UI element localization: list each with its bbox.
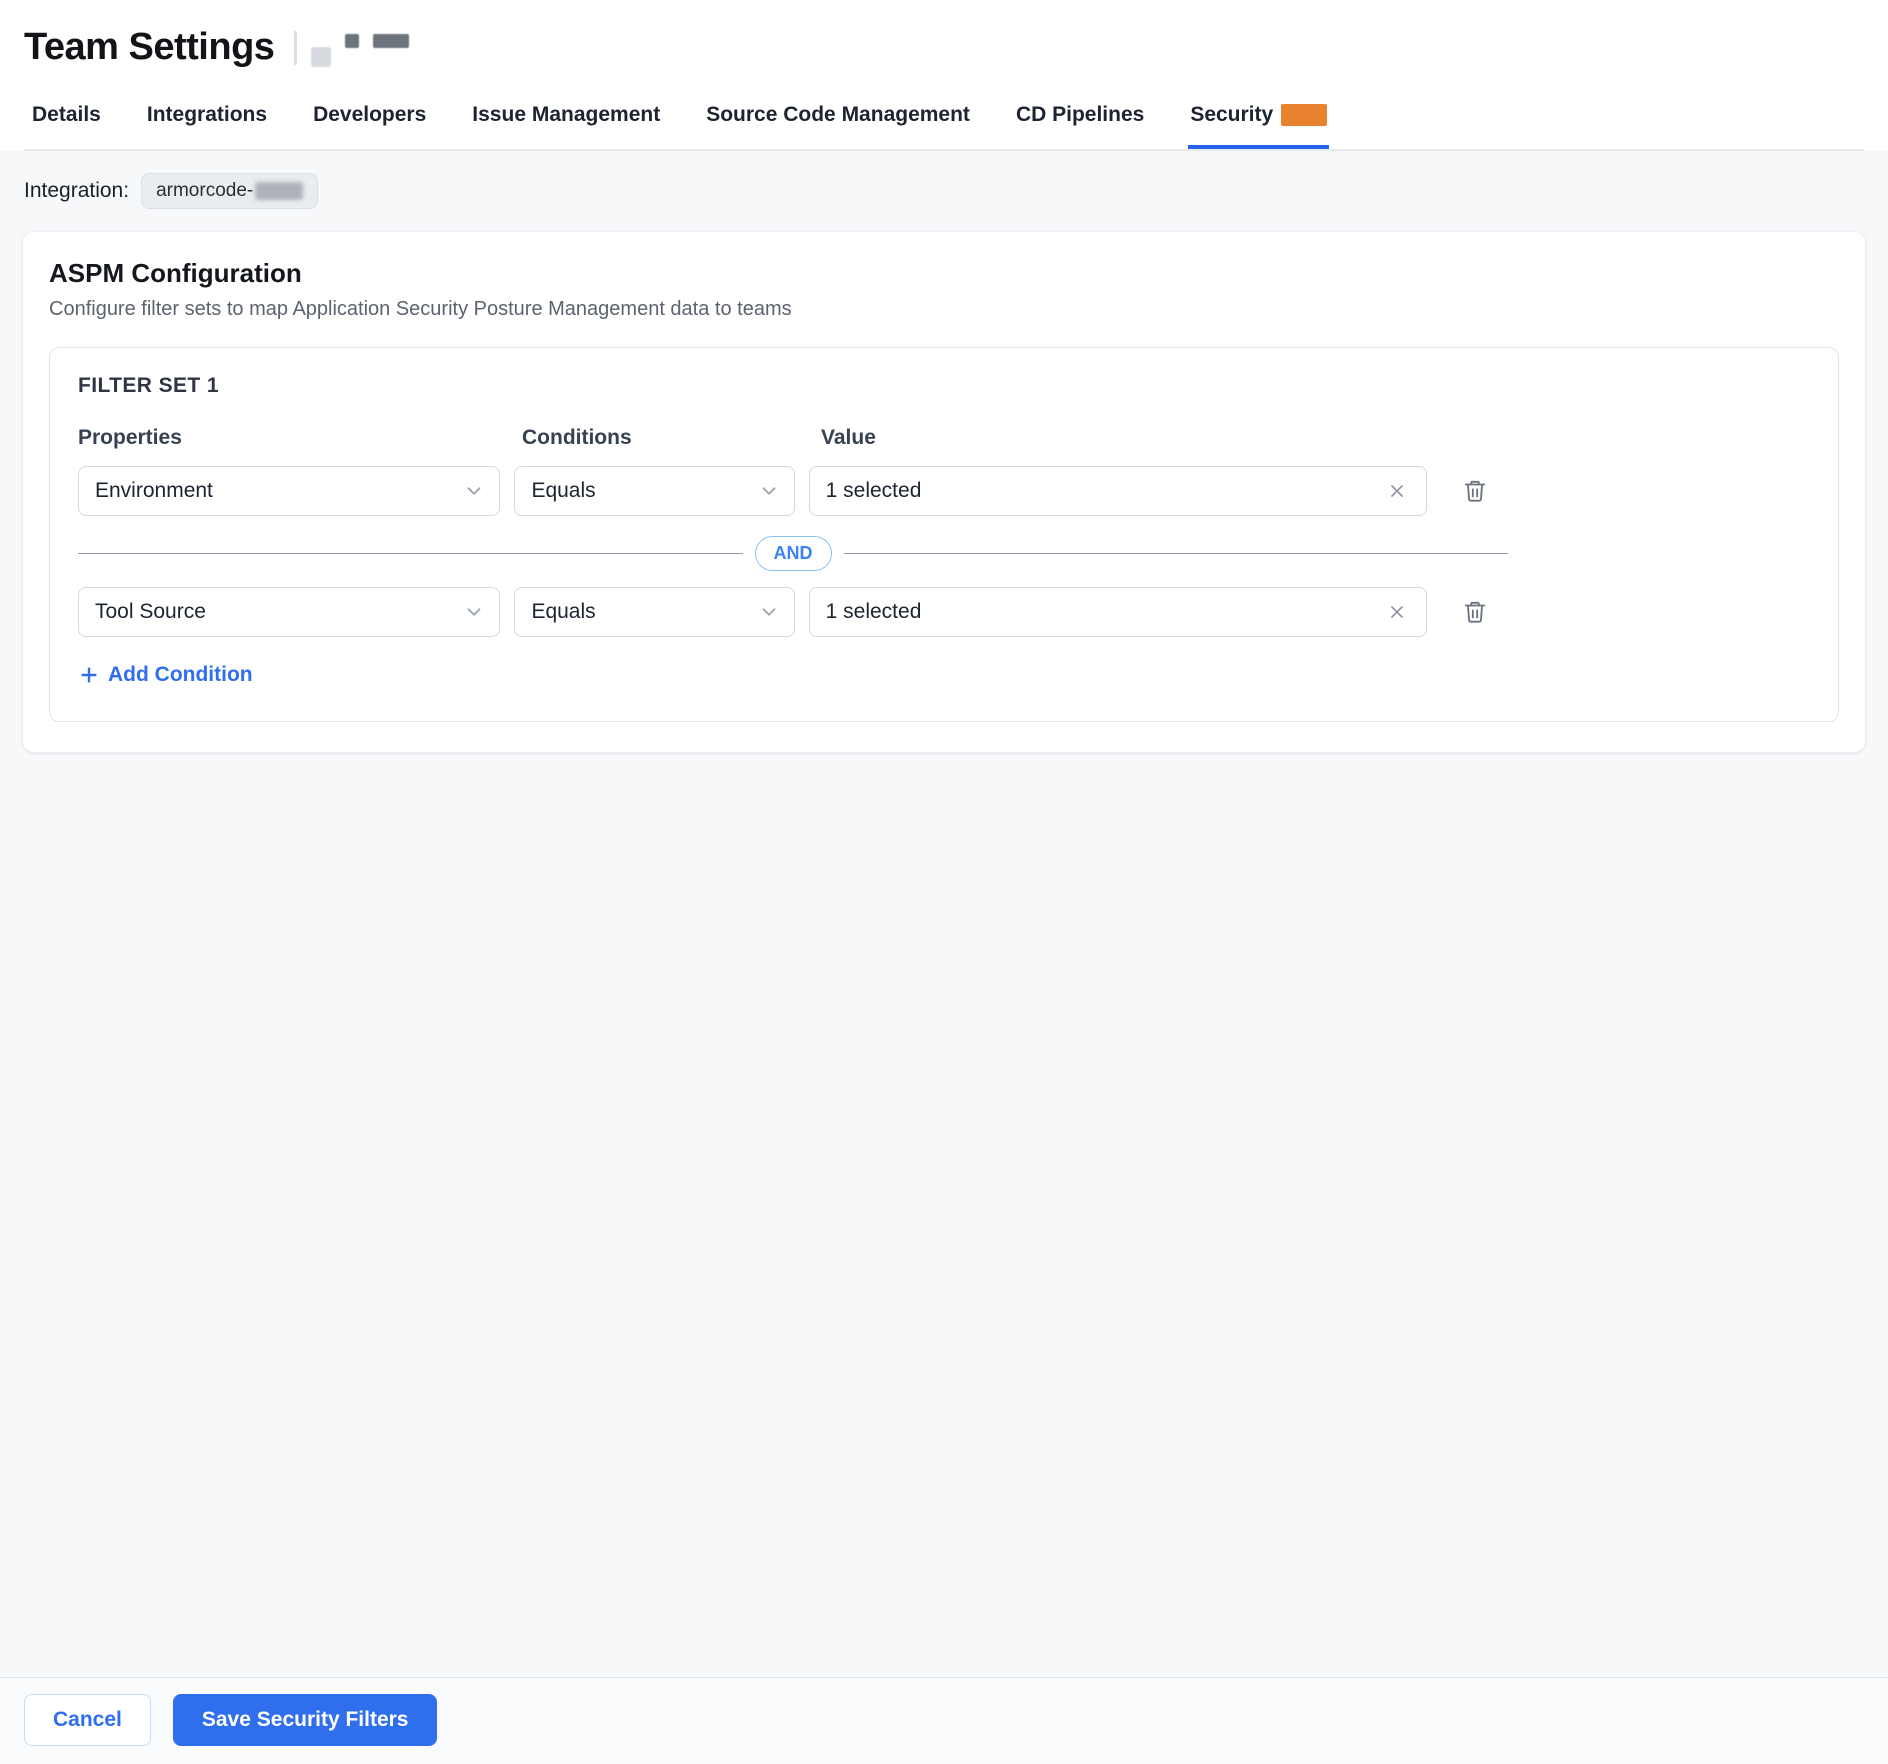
value-selected-count: 1 selected xyxy=(826,600,922,624)
content-spacer xyxy=(0,753,1888,1677)
redacted-block xyxy=(345,34,359,48)
tab-source-code-management[interactable]: Source Code Management xyxy=(704,99,972,149)
conditions-column-header: Conditions xyxy=(522,426,807,450)
condition-row: Environment Equals 1 selec xyxy=(78,466,1508,516)
tab-label: Security xyxy=(1190,103,1273,127)
redacted-block xyxy=(255,182,303,200)
divider xyxy=(844,553,1509,554)
title-row: Team Settings xyxy=(24,26,1864,69)
page-title: Team Settings xyxy=(24,26,274,69)
tab-label: CD Pipelines xyxy=(1016,103,1144,127)
divider xyxy=(294,31,297,65)
tab-developers[interactable]: Developers xyxy=(311,99,428,149)
tab-cd-pipelines[interactable]: CD Pipelines xyxy=(1014,99,1146,149)
column-headers: Properties Conditions Value xyxy=(78,426,1508,450)
integration-chip[interactable]: armorcode- xyxy=(141,173,318,209)
aspm-configuration-card: ASPM Configuration Configure filter sets… xyxy=(22,231,1866,753)
footer-action-bar: Cancel Save Security Filters xyxy=(0,1677,1888,1764)
tab-integrations[interactable]: Integrations xyxy=(145,99,269,149)
main-content: Integration: armorcode- ASPM Configurati… xyxy=(0,151,1888,753)
chevron-down-icon xyxy=(463,480,485,502)
value-multiselect[interactable]: 1 selected xyxy=(809,587,1428,637)
tab-label: Integrations xyxy=(147,103,267,127)
chevron-down-icon xyxy=(463,601,485,623)
tab-issue-management[interactable]: Issue Management xyxy=(470,99,662,149)
row-actions xyxy=(1441,474,1508,508)
add-condition-button[interactable]: Add Condition xyxy=(78,663,253,687)
redacted-block xyxy=(373,34,409,48)
trash-icon xyxy=(1462,478,1488,504)
tab-bar: Details Integrations Developers Issue Ma… xyxy=(24,99,1864,151)
tab-label: Source Code Management xyxy=(706,103,970,127)
tab-label: Details xyxy=(32,103,101,127)
cancel-button[interactable]: Cancel xyxy=(24,1694,151,1746)
plus-icon xyxy=(78,664,100,686)
properties-column-header: Properties xyxy=(78,426,508,450)
chevron-down-icon xyxy=(758,601,780,623)
chevron-down-icon xyxy=(758,480,780,502)
page: Team Settings Details Integrations Devel… xyxy=(0,0,1888,1764)
tab-label: Issue Management xyxy=(472,103,660,127)
integration-chip-text: armorcode- xyxy=(156,180,253,202)
redacted-badge xyxy=(1281,104,1327,126)
condition-select-value: Equals xyxy=(531,479,595,503)
integration-row: Integration: armorcode- xyxy=(22,173,1866,213)
trash-icon xyxy=(1462,599,1488,625)
row-actions xyxy=(1441,595,1508,629)
integration-label: Integration: xyxy=(24,179,129,203)
filter-rows: Properties Conditions Value Environment xyxy=(78,426,1508,691)
property-select-value: Environment xyxy=(95,479,213,503)
save-security-filters-button[interactable]: Save Security Filters xyxy=(173,1694,438,1746)
condition-select[interactable]: Equals xyxy=(514,466,794,516)
filter-set-panel: FILTER SET 1 Properties Conditions Value… xyxy=(49,347,1839,722)
tab-security[interactable]: Security xyxy=(1188,99,1329,149)
clear-icon[interactable] xyxy=(1382,476,1412,506)
divider xyxy=(78,553,743,554)
aspm-card-title: ASPM Configuration xyxy=(49,258,1839,289)
filter-set-title: FILTER SET 1 xyxy=(78,374,1810,398)
condition-select[interactable]: Equals xyxy=(514,587,794,637)
value-column-header: Value xyxy=(821,426,1451,450)
condition-row: Tool Source Equals 1 selec xyxy=(78,587,1508,637)
property-select-value: Tool Source xyxy=(95,600,206,624)
value-selected-count: 1 selected xyxy=(826,479,922,503)
tab-details[interactable]: Details xyxy=(30,99,103,149)
condition-select-value: Equals xyxy=(531,600,595,624)
add-condition-label: Add Condition xyxy=(108,663,253,687)
value-multiselect[interactable]: 1 selected xyxy=(809,466,1428,516)
and-connector: AND xyxy=(78,536,1508,571)
delete-condition-button[interactable] xyxy=(1458,595,1492,629)
redacted-block xyxy=(311,47,331,67)
tab-label: Developers xyxy=(313,103,426,127)
delete-condition-button[interactable] xyxy=(1458,474,1492,508)
property-select[interactable]: Environment xyxy=(78,466,500,516)
property-select[interactable]: Tool Source xyxy=(78,587,500,637)
and-badge[interactable]: AND xyxy=(755,536,832,571)
page-header: Team Settings Details Integrations Devel… xyxy=(0,0,1888,151)
aspm-card-subtitle: Configure filter sets to map Application… xyxy=(49,298,1839,321)
clear-icon[interactable] xyxy=(1382,597,1412,627)
